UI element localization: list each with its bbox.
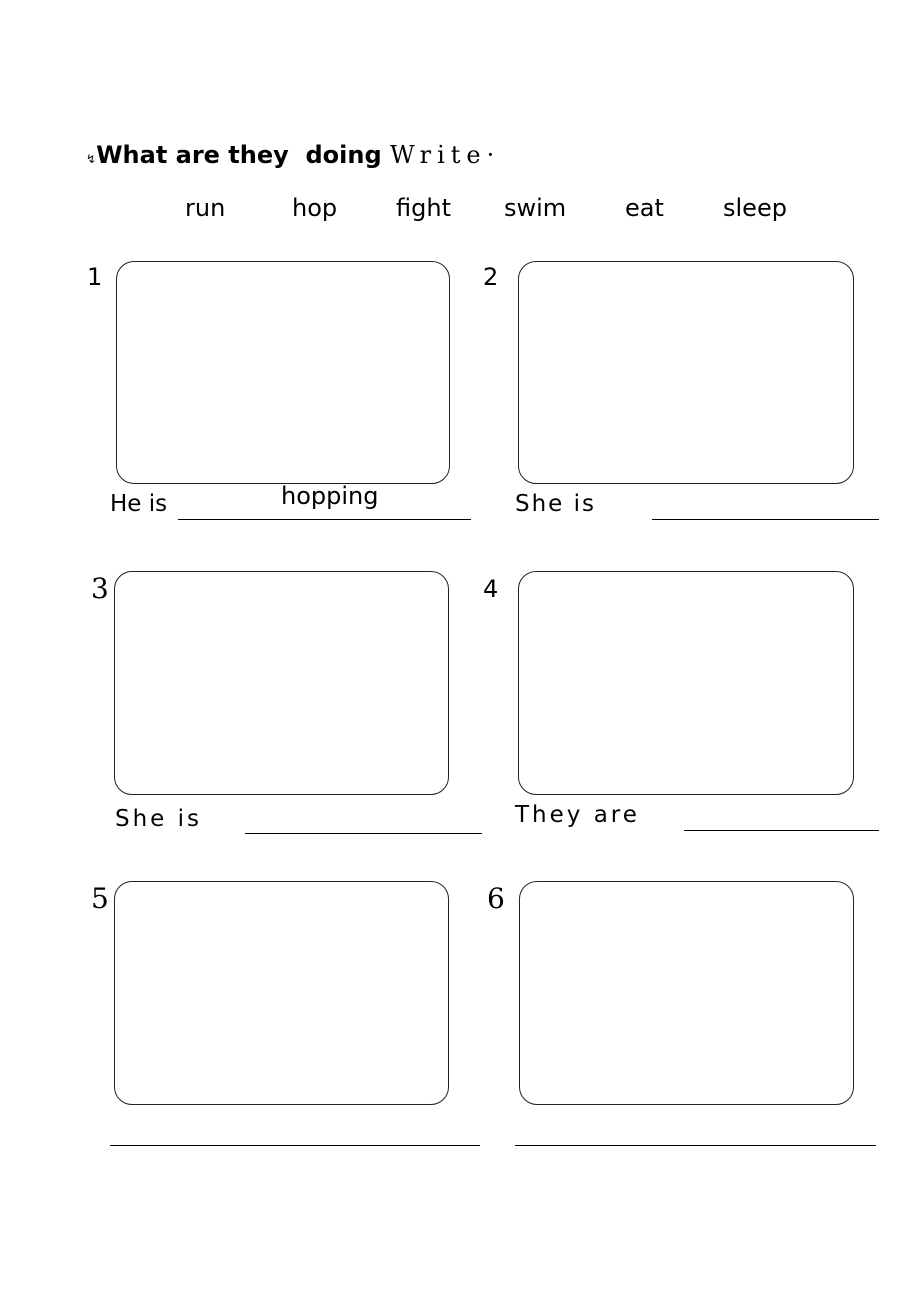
answer-line[interactable] — [178, 519, 471, 520]
title-suffix: Write· — [390, 141, 501, 169]
item-number: 5 — [91, 882, 109, 915]
answer-line[interactable] — [684, 830, 879, 831]
answer-line[interactable] — [245, 833, 482, 834]
word-bank-item: hop — [292, 194, 338, 222]
picture-box-3 — [114, 571, 449, 795]
item-number: 6 — [487, 882, 505, 915]
answer-text[interactable]: hopping — [281, 482, 378, 510]
sentence-prompt: She is — [515, 491, 597, 517]
item-number: 4 — [483, 575, 499, 603]
item-number: 2 — [483, 263, 499, 291]
word-bank-item: sleep — [723, 194, 787, 222]
worksheet-page: ↯What are they doing Write· run hop figh… — [0, 0, 920, 1302]
item-number: 1 — [87, 263, 103, 291]
picture-box-1 — [116, 261, 450, 484]
bullet-icon: ↯ — [86, 152, 97, 166]
sentence-prompt: They are — [515, 802, 640, 828]
sentence-prompt: He is — [110, 491, 168, 517]
picture-box-5 — [114, 881, 449, 1105]
worksheet-title: ↯What are they doing Write· — [86, 141, 500, 169]
picture-box-6 — [519, 881, 854, 1105]
word-bank-item: fight — [396, 194, 451, 222]
sentence-prompt: She is — [115, 806, 203, 832]
picture-box-2 — [518, 261, 854, 484]
word-bank-item: eat — [625, 194, 664, 222]
answer-line[interactable] — [515, 1145, 876, 1146]
title-main: What are they doing — [96, 141, 382, 169]
answer-line[interactable] — [652, 519, 879, 520]
answer-line[interactable] — [110, 1145, 480, 1146]
item-number: 3 — [91, 572, 109, 605]
word-bank-item: swim — [504, 194, 567, 222]
picture-box-4 — [518, 571, 854, 795]
word-bank-item: run — [185, 194, 226, 222]
